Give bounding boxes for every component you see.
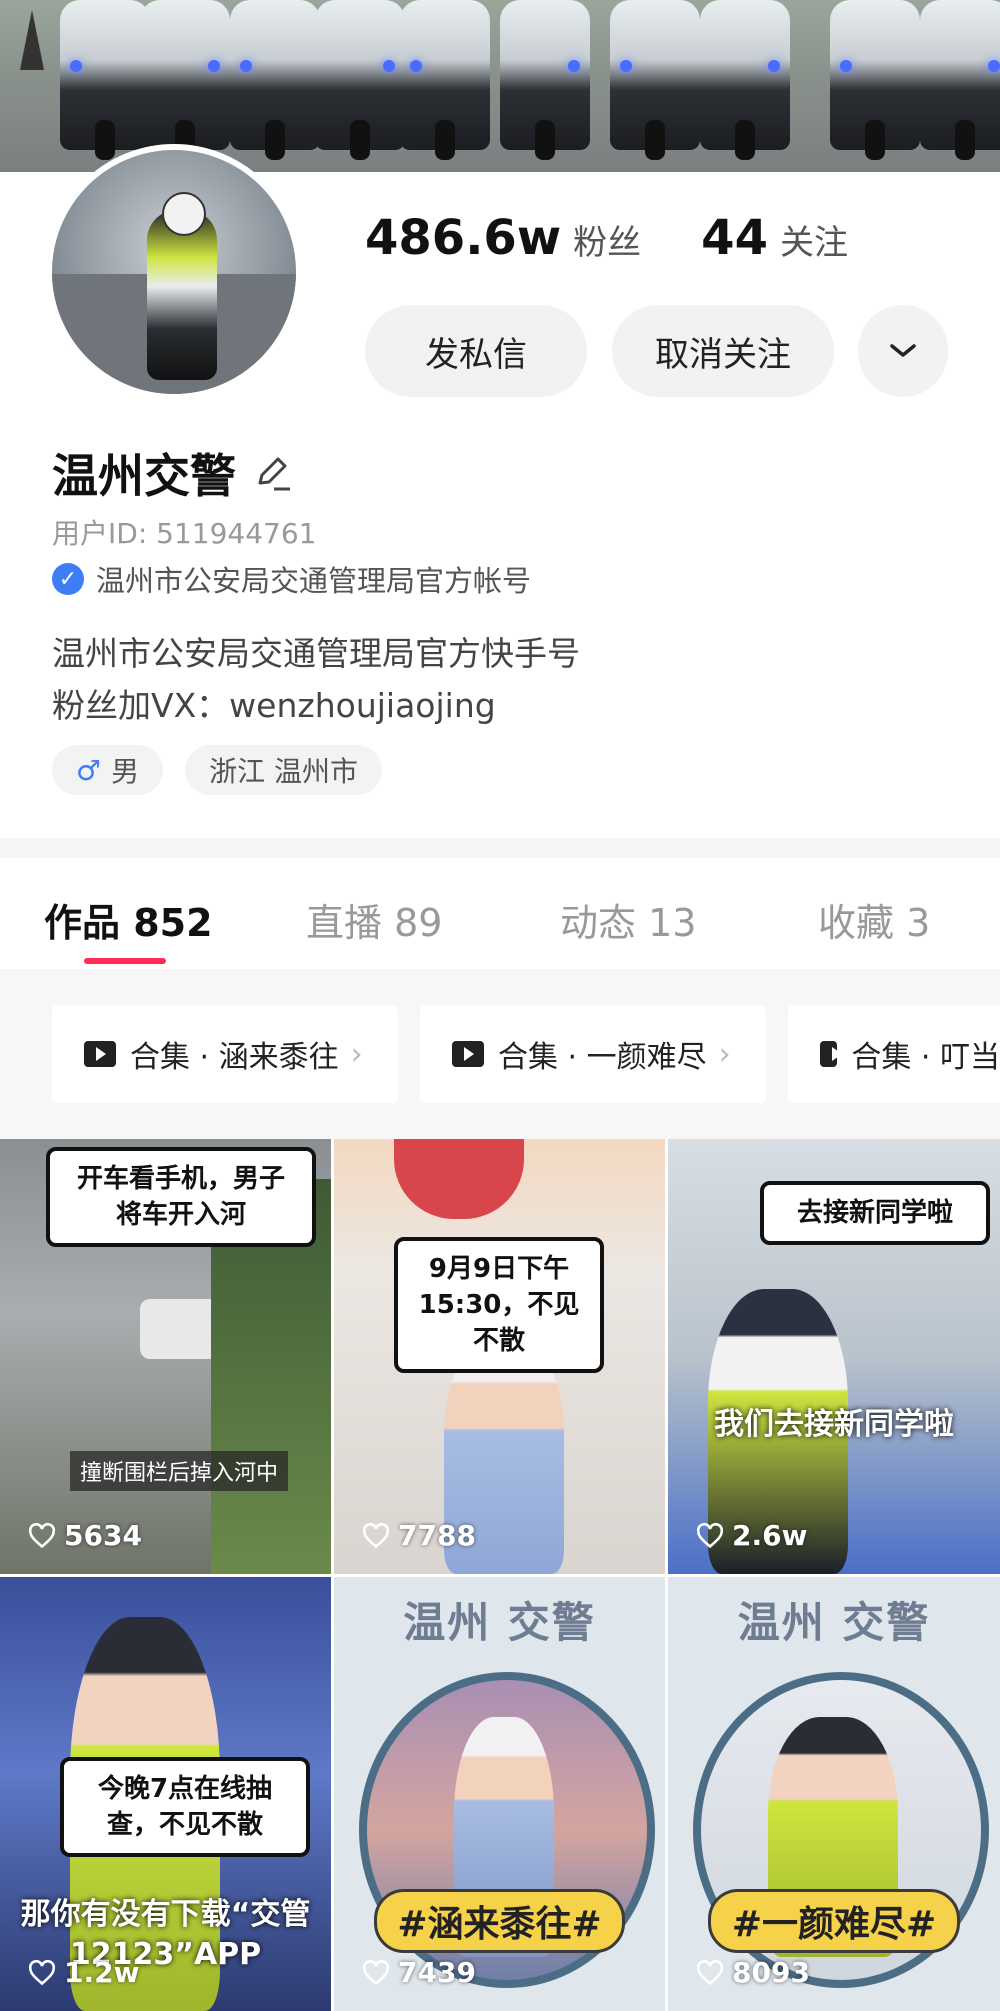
verified-check-icon: ✓ bbox=[52, 563, 84, 595]
play-icon bbox=[452, 1041, 484, 1067]
like-count: 8093 bbox=[696, 1956, 810, 1989]
heart-icon bbox=[28, 1522, 56, 1548]
edit-icon[interactable] bbox=[252, 453, 292, 493]
section-divider bbox=[0, 838, 1000, 858]
play-icon bbox=[820, 1041, 843, 1067]
following-count[interactable]: 44 bbox=[701, 210, 768, 266]
video-tile[interactable]: 开车看手机，男子将车开入河 撞断围栏后掉入河中 5634 bbox=[0, 1139, 331, 1574]
tab-favorites[interactable]: 收藏 3 bbox=[818, 892, 930, 947]
motorcycle-image bbox=[500, 0, 590, 160]
unfollow-button[interactable]: 取消关注 bbox=[612, 305, 834, 397]
video-tile[interactable]: 9月9日下午15:30，不见不散 7788 bbox=[334, 1139, 665, 1574]
motorcycle-image bbox=[230, 0, 320, 160]
heart-icon bbox=[362, 1959, 390, 1985]
following-label[interactable]: 关注 bbox=[780, 215, 848, 264]
motorcycle-image bbox=[830, 0, 920, 160]
like-count: 5634 bbox=[28, 1519, 142, 1552]
play-icon bbox=[84, 1041, 116, 1067]
chevron-down-icon bbox=[890, 344, 916, 357]
video-tile[interactable]: 温州 交警 #涵来黍往# 7439 bbox=[334, 1577, 665, 2011]
profile-name-row: 温州交警 bbox=[52, 440, 292, 506]
bio-line: 温州市公安局交通管理局官方快手号 bbox=[52, 634, 580, 673]
like-count-value: 5634 bbox=[64, 1519, 142, 1552]
video-subtitle: 我们去接新同学啦 bbox=[714, 1407, 954, 1442]
video-tile[interactable]: 温州 交警 #一颜难尽# 8093 bbox=[668, 1577, 1000, 2011]
gender-label: 男 bbox=[111, 755, 140, 788]
bio-line: 粉丝加VX：wenzhoujiaojing bbox=[52, 686, 496, 725]
like-count: 1.2w bbox=[28, 1956, 139, 1989]
tab-works[interactable]: 作品 852 bbox=[44, 892, 213, 947]
heart-icon bbox=[696, 1959, 724, 1985]
like-count-value: 8093 bbox=[732, 1956, 810, 1989]
heart-icon bbox=[696, 1522, 724, 1548]
verification-text: 温州市公安局交通管理局官方帐号 bbox=[96, 564, 532, 598]
motorcycle-image bbox=[700, 0, 790, 160]
collection-card[interactable]: 合集 · 涵来黍往 › bbox=[52, 1005, 398, 1103]
profile-bio: 温州市公安局交通管理局官方快手号 粉丝加VX：wenzhoujiaojing bbox=[52, 628, 580, 732]
verification-info: ✓ 温州市公安局交通管理局官方帐号 bbox=[52, 558, 531, 600]
video-tile[interactable]: 今晚7点在线抽查，不见不散 那你有没有下载“交管12123”APP 1.2w bbox=[0, 1577, 331, 2011]
motorcycle-image bbox=[60, 0, 150, 160]
video-title-text: 温州 交警 bbox=[737, 1598, 931, 1647]
hashtag-banner: #涵来黍往# bbox=[374, 1889, 625, 1953]
collection-label: 合集 · 叮当 bbox=[851, 1040, 1000, 1075]
like-count-value: 2.6w bbox=[732, 1519, 808, 1552]
male-icon: ♂ bbox=[76, 753, 102, 787]
collections-bar: 合集 · 涵来黍往 › 合集 · 一颜难尽 › 合集 · 叮当 bbox=[0, 971, 1000, 1139]
video-title-text: 温州 交警 bbox=[403, 1598, 596, 1647]
chevron-right-icon: › bbox=[350, 1036, 363, 1072]
chevron-right-icon: › bbox=[718, 1036, 731, 1072]
speech-bubble: 9月9日下午15:30，不见不散 bbox=[394, 1237, 604, 1373]
tab-moments[interactable]: 动态 13 bbox=[560, 892, 696, 947]
video-subtitle: 撞断围栏后掉入河中 bbox=[70, 1451, 289, 1491]
collection-label: 合集 · 一颜难尽 bbox=[498, 1040, 707, 1075]
gender-tag: ♂ 男 bbox=[52, 745, 164, 795]
collection-card[interactable]: 合集 · 叮当 bbox=[788, 1005, 1000, 1103]
send-message-button[interactable]: 发私信 bbox=[365, 305, 587, 397]
tab-live[interactable]: 直播 89 bbox=[306, 892, 442, 947]
like-count: 2.6w bbox=[696, 1519, 807, 1552]
followers-label[interactable]: 粉丝 bbox=[573, 215, 641, 264]
motorcycle-image bbox=[140, 0, 230, 160]
motorcycle-image bbox=[315, 0, 405, 160]
collection-card[interactable]: 合集 · 一颜难尽 › bbox=[420, 1005, 766, 1103]
traffic-cone bbox=[20, 10, 44, 70]
avatar[interactable] bbox=[46, 144, 302, 400]
speech-bubble: 今晚7点在线抽查，不见不散 bbox=[60, 1757, 310, 1857]
profile-tabs: 作品 852 直播 89 动态 13 收藏 3 bbox=[0, 858, 1000, 971]
active-tab-indicator bbox=[84, 958, 166, 964]
profile-tags: ♂ 男 浙江 温州市 bbox=[52, 745, 404, 795]
like-count-value: 1.2w bbox=[64, 1956, 140, 1989]
motorcycle-image bbox=[400, 0, 490, 160]
like-count: 7439 bbox=[362, 1956, 476, 1989]
video-tile[interactable]: 去接新同学啦 我们去接新同学啦 2.6w bbox=[668, 1139, 1000, 1574]
location-tag: 浙江 温州市 bbox=[185, 745, 383, 795]
profile-name: 温州交警 bbox=[52, 449, 236, 503]
like-count: 7788 bbox=[362, 1519, 476, 1552]
like-count-value: 7788 bbox=[398, 1519, 476, 1552]
like-count-value: 7439 bbox=[398, 1956, 476, 1989]
hashtag-banner: #一颜难尽# bbox=[708, 1889, 960, 1953]
user-id: 用户ID: 511944761 bbox=[52, 517, 317, 550]
motorcycle-image bbox=[610, 0, 700, 160]
speech-bubble: 去接新同学啦 bbox=[760, 1181, 990, 1245]
followers-count[interactable]: 486.6w bbox=[365, 210, 561, 266]
speech-bubble: 开车看手机，男子将车开入河 bbox=[46, 1147, 316, 1247]
video-grid: 开车看手机，男子将车开入河 撞断围栏后掉入河中 5634 9月9日下午15:30… bbox=[0, 1139, 1000, 2011]
heart-icon bbox=[28, 1959, 56, 1985]
motorcycle-image bbox=[920, 0, 1000, 160]
profile-stats: 486.6w 粉丝 44 关注 bbox=[365, 210, 908, 266]
heart-icon bbox=[362, 1522, 390, 1548]
collection-label: 合集 · 涵来黍往 bbox=[130, 1040, 339, 1075]
more-options-button[interactable] bbox=[858, 305, 948, 397]
cartoon-image bbox=[394, 1139, 524, 1219]
